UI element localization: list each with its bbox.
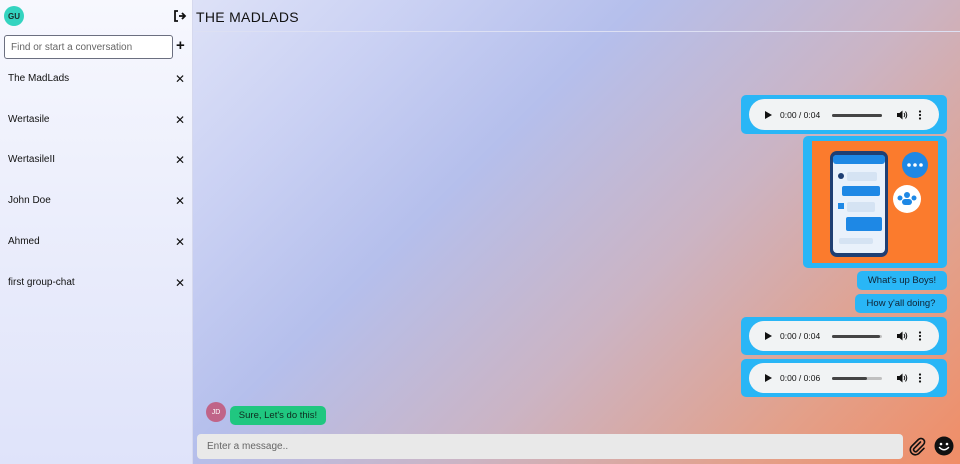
play-icon[interactable] bbox=[765, 110, 772, 119]
chat-image[interactable] bbox=[812, 141, 938, 263]
more-vert-icon[interactable] bbox=[918, 373, 922, 383]
incoming-message-bubble: Sure, Let's do this! bbox=[230, 406, 326, 425]
image-message bbox=[803, 136, 947, 268]
audio-time: 0:00 / 0:04 bbox=[780, 331, 821, 341]
close-icon[interactable]: ✕ bbox=[175, 113, 185, 127]
volume-icon[interactable] bbox=[897, 373, 908, 383]
conversation-item[interactable]: first group-chat ✕ bbox=[0, 276, 193, 312]
logout-icon[interactable] bbox=[173, 9, 187, 23]
message-input[interactable] bbox=[197, 434, 903, 459]
conversation-label: WertasileII bbox=[8, 154, 56, 165]
audio-message: 0:00 / 0:04 bbox=[741, 317, 947, 355]
conversation-item[interactable]: Ahmed ✕ bbox=[0, 235, 193, 271]
audio-progress-track[interactable] bbox=[832, 377, 882, 380]
close-icon[interactable]: ✕ bbox=[175, 276, 185, 290]
audio-message: 0:00 / 0:06 bbox=[741, 359, 947, 397]
conversation-label: The MadLads bbox=[8, 73, 70, 84]
audio-progress-track[interactable] bbox=[832, 335, 882, 338]
audio-message: 0:00 / 0:04 bbox=[741, 95, 947, 134]
user-avatar[interactable]: GU bbox=[4, 6, 24, 26]
emoji-icon[interactable] bbox=[934, 436, 954, 456]
close-icon[interactable]: ✕ bbox=[175, 235, 185, 249]
audio-time: 0:00 / 0:06 bbox=[780, 373, 821, 383]
conversation-label: Wertasile bbox=[8, 114, 50, 125]
conversation-item[interactable]: WertasileII ✕ bbox=[0, 153, 193, 189]
conversation-label: John Doe bbox=[8, 195, 51, 206]
sender-avatar: JD bbox=[206, 402, 226, 422]
audio-player[interactable]: 0:00 / 0:04 bbox=[749, 99, 939, 130]
close-icon[interactable]: ✕ bbox=[175, 72, 185, 86]
close-icon[interactable]: ✕ bbox=[175, 153, 185, 167]
add-conversation-icon[interactable]: + bbox=[176, 38, 186, 53]
conversation-label: first group-chat bbox=[8, 277, 75, 288]
chat-title: THE MADLADS bbox=[196, 9, 299, 25]
play-icon[interactable] bbox=[765, 332, 772, 340]
audio-player[interactable]: 0:00 / 0:04 bbox=[749, 321, 939, 351]
chat-header: THE MADLADS bbox=[194, 0, 960, 32]
audio-progress-fill bbox=[832, 335, 880, 338]
paperclip-icon[interactable] bbox=[907, 436, 927, 456]
sidebar: GU + The MadLads ✕ Wertasile ✕ Wertasile… bbox=[0, 0, 193, 464]
close-icon[interactable]: ✕ bbox=[175, 194, 185, 208]
conversation-item[interactable]: The MadLads ✕ bbox=[0, 72, 193, 108]
audio-progress-track[interactable] bbox=[832, 113, 882, 117]
play-icon[interactable] bbox=[765, 374, 772, 382]
audio-progress-fill bbox=[832, 113, 882, 117]
conversation-label: Ahmed bbox=[8, 236, 40, 247]
message-bubble: What's up Boys! bbox=[857, 271, 947, 290]
volume-icon[interactable] bbox=[897, 110, 908, 120]
conversation-item[interactable]: John Doe ✕ bbox=[0, 194, 193, 230]
volume-icon[interactable] bbox=[897, 331, 908, 341]
search-input[interactable] bbox=[4, 35, 173, 59]
more-vert-icon[interactable] bbox=[918, 331, 922, 341]
conversation-item[interactable]: Wertasile ✕ bbox=[0, 113, 193, 149]
audio-player[interactable]: 0:00 / 0:06 bbox=[749, 363, 939, 393]
audio-time: 0:00 / 0:04 bbox=[780, 109, 821, 120]
message-bubble: How y'all doing? bbox=[855, 294, 947, 313]
phone-illustration bbox=[830, 151, 928, 257]
more-vert-icon[interactable] bbox=[918, 109, 922, 120]
audio-progress-fill bbox=[832, 377, 867, 380]
